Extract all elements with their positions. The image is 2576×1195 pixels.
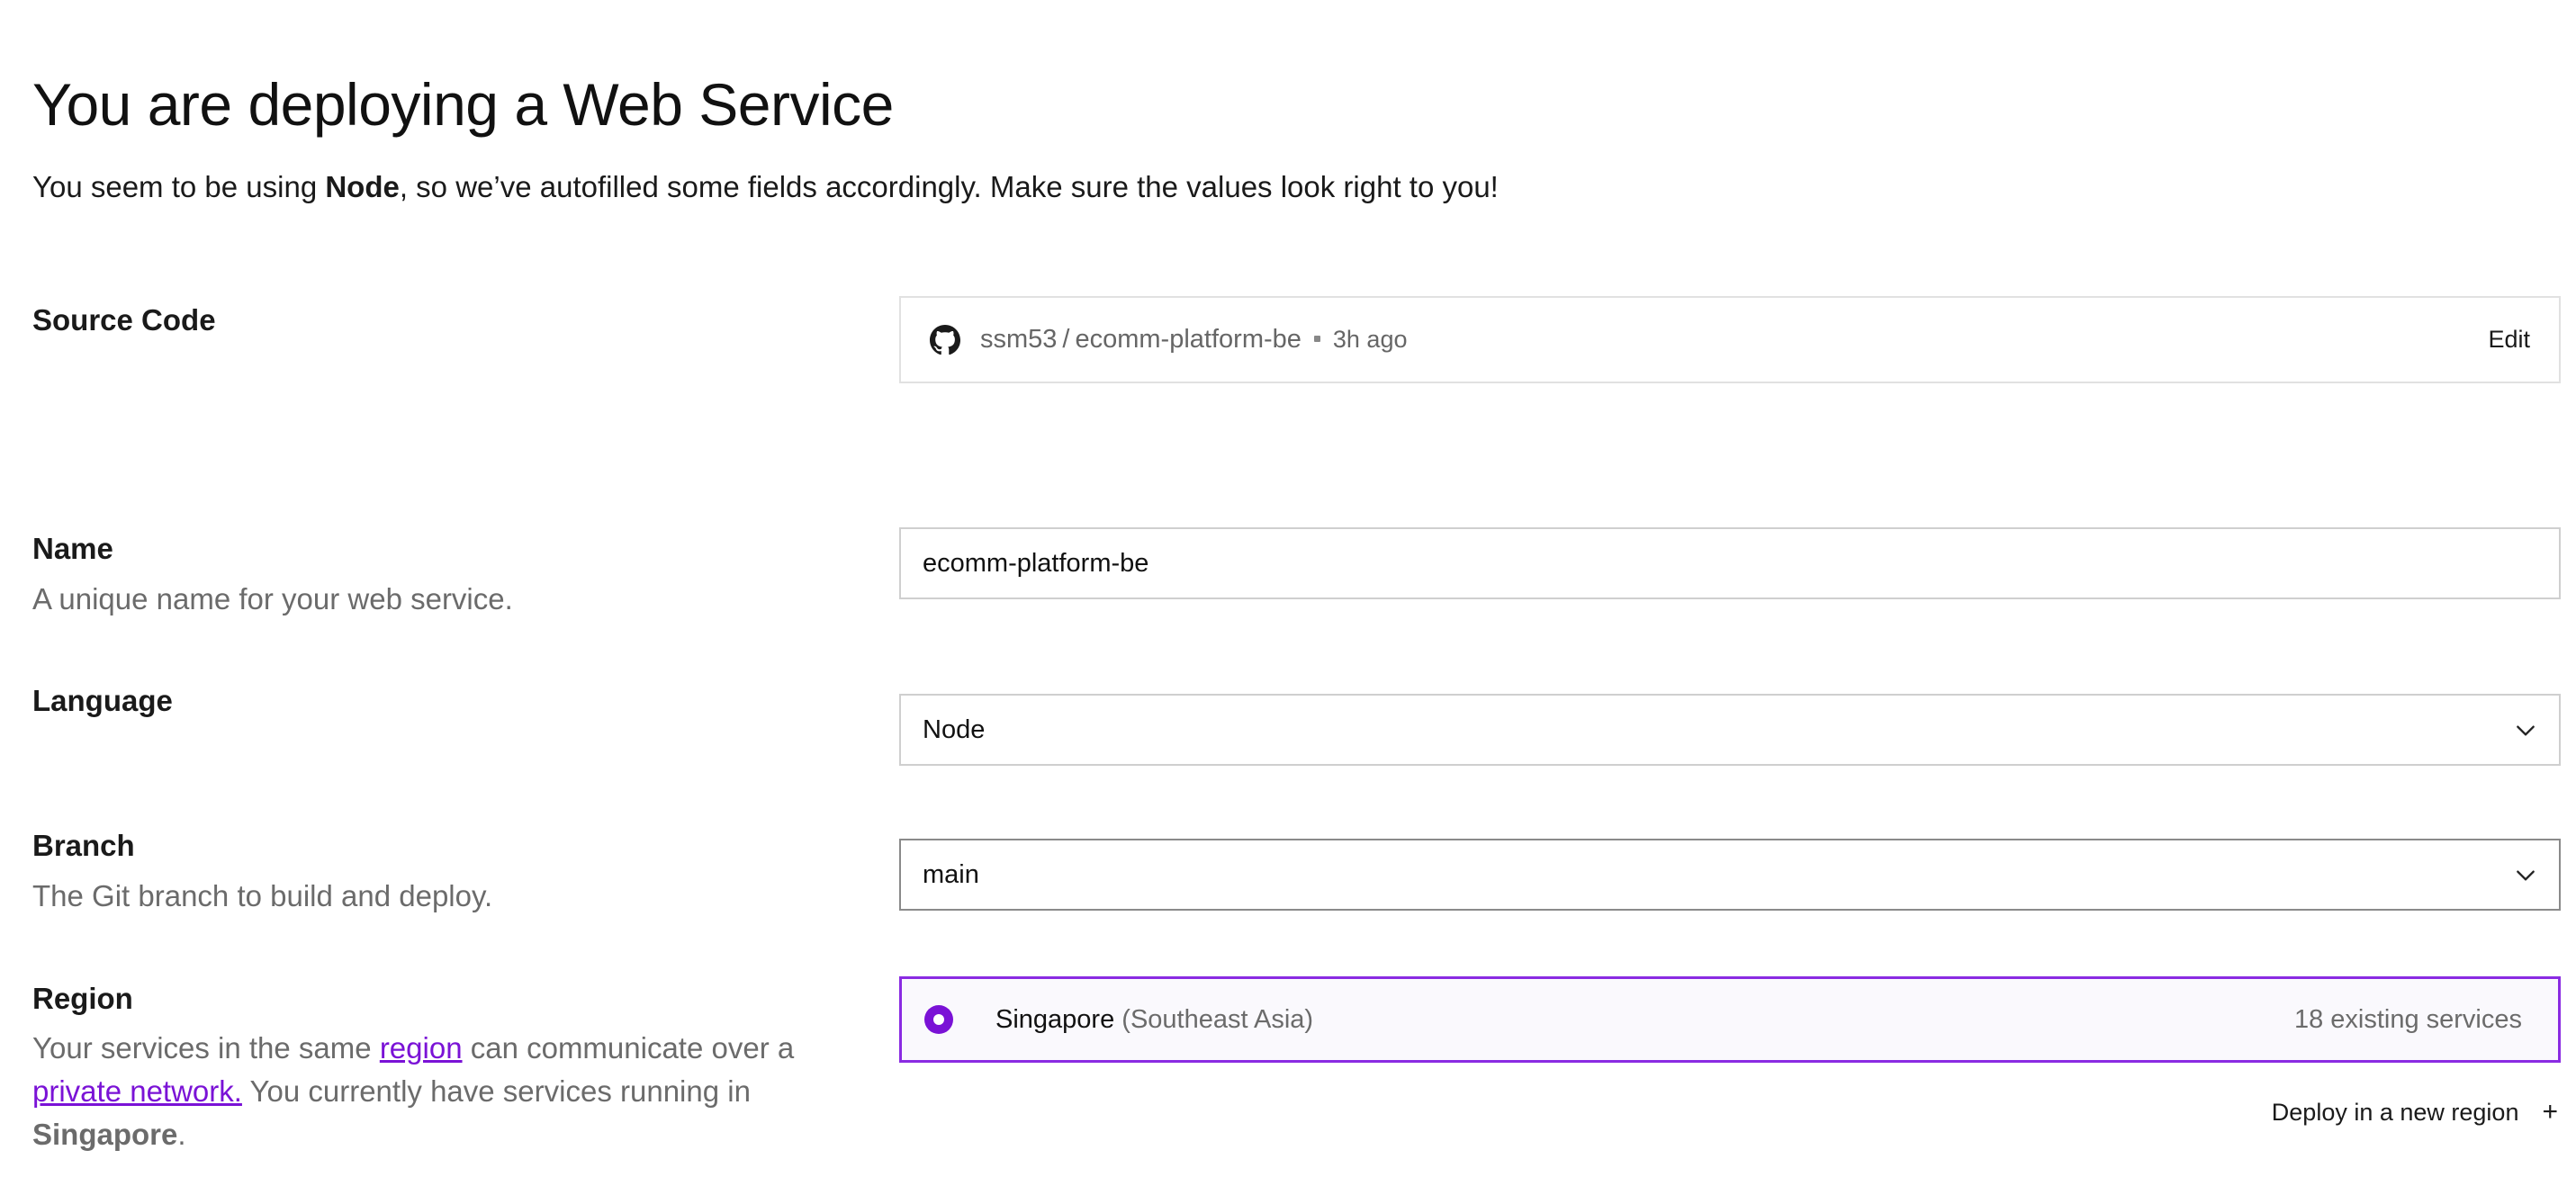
- repo-separator: /: [1062, 325, 1070, 354]
- deploy-new-region-label: Deploy in a new region: [2271, 1099, 2519, 1126]
- github-icon: [930, 325, 960, 355]
- region-option-subtitle: (Southeast Asia): [1121, 1005, 1314, 1034]
- existing-services-count: 18 existing services: [2293, 1005, 2522, 1034]
- region-description: Your services in the same region can com…: [32, 1027, 824, 1156]
- repo-owner: ssm53: [980, 325, 1058, 354]
- radio-selected-icon[interactable]: [924, 1005, 953, 1034]
- last-updated: 3h ago: [1332, 326, 1408, 353]
- source-code-label: Source Code: [32, 303, 216, 337]
- page-title: You are deploying a Web Service: [32, 71, 894, 138]
- chevron-down-icon: [2517, 725, 2535, 736]
- dot-separator: [1313, 335, 1320, 342]
- repo-path: ssm53/ecomm-platform-be 3h ago: [980, 298, 1407, 382]
- region-link[interactable]: region: [380, 1031, 463, 1065]
- language-select[interactable]: Node: [899, 694, 2561, 766]
- current-region: Singapore: [32, 1118, 178, 1151]
- region-desc-text: .: [177, 1118, 186, 1151]
- branch-description: The Git branch to build and deploy.: [32, 879, 493, 912]
- edit-source-button[interactable]: Edit: [2488, 298, 2530, 382]
- region-desc-text: You currently have services running in: [241, 1074, 751, 1108]
- detected-language: Node: [325, 170, 400, 203]
- region-option-name: Singapore: [995, 1005, 1115, 1034]
- name-description: A unique name for your web service.: [32, 582, 513, 615]
- subtitle-text: You seem to be using: [32, 170, 326, 203]
- region-label: Region: [32, 982, 133, 1015]
- region-option-singapore[interactable]: Singapore (Southeast Asia) 18 existing s…: [899, 976, 2561, 1063]
- branch-label: Branch: [32, 829, 135, 862]
- page-subtitle: You seem to be using Node, so we’ve auto…: [32, 167, 1499, 207]
- name-input[interactable]: [901, 529, 2559, 598]
- region-desc-text: can communicate over a: [462, 1031, 795, 1065]
- branch-select[interactable]: main: [899, 839, 2561, 911]
- branch-value: main: [923, 860, 979, 889]
- repo-name: ecomm-platform-be: [1075, 325, 1302, 354]
- region-desc-text: Your services in the same: [32, 1031, 380, 1065]
- language-value: Node: [923, 715, 986, 744]
- private-network-link[interactable]: private network.: [32, 1074, 242, 1108]
- deploy-new-region-button[interactable]: Deploy in a new region +: [2272, 1094, 2558, 1130]
- chevron-down-icon: [2517, 870, 2535, 881]
- subtitle-text-rest: , so we’ve autofilled some fields accord…: [399, 170, 1499, 203]
- language-label: Language: [32, 684, 173, 717]
- plus-icon: +: [2542, 1097, 2558, 1127]
- region-option-label: Singapore (Southeast Asia): [995, 979, 1313, 1060]
- name-field: [899, 527, 2561, 599]
- source-code-card: ssm53/ecomm-platform-be 3h ago Edit: [899, 296, 2561, 383]
- name-label: Name: [32, 532, 113, 565]
